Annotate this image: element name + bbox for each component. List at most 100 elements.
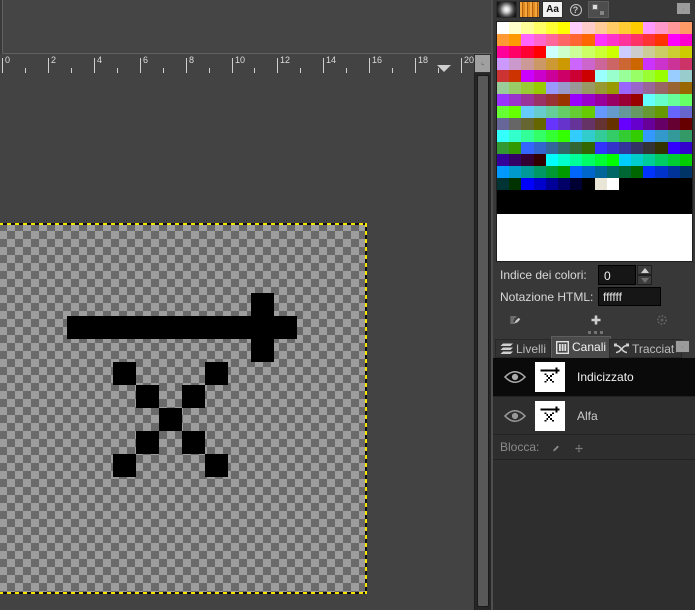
- palette-swatch[interactable]: [521, 82, 534, 94]
- palette-swatch[interactable]: [509, 46, 522, 58]
- palette-swatch[interactable]: [631, 106, 644, 118]
- palette-swatch[interactable]: [557, 106, 571, 118]
- palette-swatch[interactable]: [557, 130, 571, 142]
- indexed-palette[interactable]: [496, 21, 693, 262]
- palette-swatch[interactable]: [679, 34, 692, 46]
- tab-paths[interactable]: Tracciati: [609, 339, 682, 358]
- palette-swatch[interactable]: [594, 58, 607, 70]
- palette-swatch[interactable]: [643, 166, 656, 178]
- palette-swatch[interactable]: [606, 46, 619, 58]
- palette-swatch[interactable]: [521, 106, 534, 118]
- palette-swatch[interactable]: [570, 34, 583, 46]
- palette-swatch[interactable]: [545, 94, 558, 106]
- palette-swatch[interactable]: [618, 22, 632, 34]
- palette-swatch[interactable]: [655, 22, 668, 34]
- palette-swatch[interactable]: [497, 58, 510, 70]
- palette-swatch[interactable]: [606, 94, 619, 106]
- palette-swatch[interactable]: [521, 46, 534, 58]
- palette-swatch[interactable]: [618, 202, 632, 214]
- palette-swatch[interactable]: [606, 34, 619, 46]
- palette-swatch[interactable]: [606, 22, 619, 34]
- palette-swatch[interactable]: [606, 190, 619, 202]
- palette-swatch[interactable]: [667, 58, 680, 70]
- palette-swatch[interactable]: [655, 46, 668, 58]
- palette-swatch[interactable]: [631, 118, 644, 130]
- palette-swatch[interactable]: [594, 22, 607, 34]
- palette-swatch[interactable]: [545, 34, 558, 46]
- palette-swatch[interactable]: [679, 46, 692, 58]
- palette-swatch[interactable]: [533, 154, 546, 166]
- palette-swatch[interactable]: [667, 106, 680, 118]
- palette-swatch[interactable]: [667, 94, 680, 106]
- image-canvas[interactable]: [0, 73, 474, 610]
- palette-swatch[interactable]: [521, 142, 534, 154]
- palette-swatch[interactable]: [679, 130, 692, 142]
- palette-swatch[interactable]: [521, 178, 534, 190]
- tab-help[interactable]: ?: [565, 1, 586, 18]
- palette-swatch[interactable]: [521, 70, 534, 82]
- palette-swatch[interactable]: [631, 34, 644, 46]
- channel-thumbnail[interactable]: [535, 401, 565, 431]
- palette-swatch[interactable]: [570, 58, 583, 70]
- vertical-scrollbar-thumb[interactable]: [477, 75, 489, 607]
- horizontal-ruler[interactable]: 0 2 4 6 8 10 12 14 16 18 20: [0, 54, 474, 73]
- palette-swatch[interactable]: [667, 154, 680, 166]
- palette-swatch[interactable]: [533, 166, 546, 178]
- palette-swatch[interactable]: [570, 142, 583, 154]
- html-notation-entry[interactable]: [598, 287, 661, 306]
- palette-swatch[interactable]: [509, 166, 522, 178]
- palette-swatch[interactable]: [618, 130, 632, 142]
- palette-swatch[interactable]: [582, 82, 595, 94]
- palette-swatch[interactable]: [618, 34, 632, 46]
- channel-row-alpha[interactable]: Alfa: [493, 396, 695, 434]
- palette-swatch[interactable]: [606, 58, 619, 70]
- palette-swatch[interactable]: [521, 130, 534, 142]
- tab-palette-active[interactable]: [588, 1, 609, 18]
- palette-swatch[interactable]: [497, 70, 510, 82]
- palette-swatch[interactable]: [655, 94, 668, 106]
- palette-swatch[interactable]: [582, 178, 595, 190]
- palette-swatch[interactable]: [631, 142, 644, 154]
- palette-swatch[interactable]: [679, 142, 692, 154]
- palette-swatch[interactable]: [667, 46, 680, 58]
- palette-swatch[interactable]: [557, 82, 571, 94]
- palette-swatch[interactable]: [618, 142, 632, 154]
- color-index-spinbox[interactable]: [598, 265, 636, 285]
- palette-swatch[interactable]: [582, 166, 595, 178]
- visibility-eye-icon[interactable]: [503, 409, 527, 428]
- palette-swatch[interactable]: [631, 166, 644, 178]
- spin-up-button[interactable]: [637, 265, 652, 275]
- tab-channels[interactable]: Canali: [551, 336, 612, 358]
- palette-swatch[interactable]: [655, 58, 668, 70]
- palette-swatch[interactable]: [557, 178, 571, 190]
- palette-swatch[interactable]: [509, 142, 522, 154]
- palette-swatch[interactable]: [655, 106, 668, 118]
- palette-swatch[interactable]: [497, 106, 510, 118]
- palette-swatch[interactable]: [655, 70, 668, 82]
- palette-swatch[interactable]: [667, 82, 680, 94]
- palette-swatch[interactable]: [509, 130, 522, 142]
- tab-layers[interactable]: Livelli: [495, 339, 552, 358]
- palette-swatch[interactable]: [545, 154, 558, 166]
- palette-swatch[interactable]: [570, 22, 583, 34]
- palette-swatch[interactable]: [679, 82, 692, 94]
- palette-swatch[interactable]: [497, 94, 510, 106]
- palette-swatch[interactable]: [631, 58, 644, 70]
- palette-swatch[interactable]: [557, 94, 571, 106]
- palette-swatch[interactable]: [570, 166, 583, 178]
- palette-swatch[interactable]: [582, 142, 595, 154]
- palette-swatch[interactable]: [618, 154, 632, 166]
- palette-swatch[interactable]: [606, 70, 619, 82]
- tab-fonts[interactable]: Aa: [542, 1, 563, 18]
- palette-swatch[interactable]: [618, 82, 632, 94]
- palette-swatch[interactable]: [509, 106, 522, 118]
- tab-brushes[interactable]: [496, 1, 517, 18]
- palette-swatch[interactable]: [509, 22, 522, 34]
- palette-swatch[interactable]: [557, 202, 571, 214]
- vertical-scrollbar[interactable]: [474, 73, 491, 610]
- palette-swatch[interactable]: [643, 154, 656, 166]
- lock-position-toggle[interactable]: [569, 438, 589, 458]
- palette-swatch[interactable]: [497, 82, 510, 94]
- palette-swatch[interactable]: [594, 82, 607, 94]
- palette-swatch[interactable]: [618, 58, 632, 70]
